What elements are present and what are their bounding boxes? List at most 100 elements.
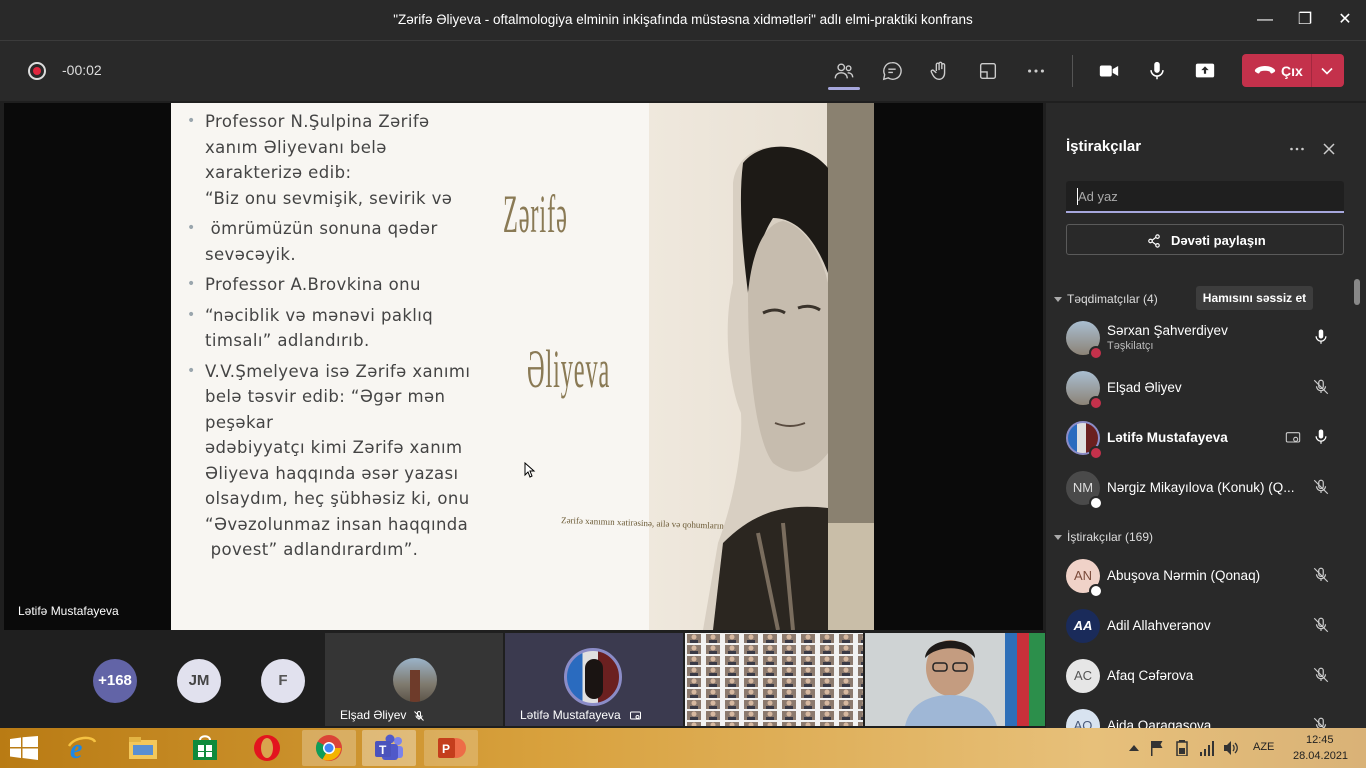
participant-row[interactable]: AA Adil Allahverənov [1046, 604, 1366, 648]
close-icon[interactable] [1321, 141, 1337, 157]
battery-icon[interactable] [1175, 740, 1189, 756]
participants-button[interactable] [830, 57, 858, 85]
file-explorer-icon [129, 737, 157, 759]
svg-text:T: T [379, 743, 387, 757]
more-icon[interactable] [1289, 141, 1305, 157]
more-actions-button[interactable] [1022, 57, 1050, 85]
mute-all-button[interactable]: Hamısını səssiz et [1196, 286, 1313, 310]
volume-icon[interactable] [1223, 740, 1239, 756]
participant-name: Elşad Əliyev [1107, 380, 1182, 395]
raise-hand-button[interactable] [926, 57, 954, 85]
taskbar-chrome[interactable] [302, 730, 356, 766]
camera-feed-image [865, 633, 1045, 726]
participant-avatar[interactable]: JM [177, 659, 221, 703]
bullet-line: “Əvəzolunmaz insan haqqında [205, 514, 469, 534]
avatar [564, 648, 622, 706]
microphone-icon[interactable] [1312, 428, 1330, 446]
chat-button[interactable] [878, 57, 906, 85]
bullet-line: ömrümüzün sonuna qədər [205, 219, 438, 238]
taskbar-store[interactable] [178, 730, 232, 766]
taskbar-powerpoint[interactable]: P [424, 730, 478, 766]
minimize-button[interactable]: — [1250, 8, 1280, 32]
participant-row[interactable]: NM Nərgiz Mikayılova (Konuk) (Q... [1046, 466, 1366, 510]
slide-title-name: Zərifə [503, 184, 568, 244]
windows-taskbar: e T P AZE 12:45 28.04.2021 [0, 728, 1366, 768]
participant-row[interactable]: AC Afaq Cəfərova [1046, 654, 1366, 698]
chevron-up-icon[interactable] [1129, 744, 1139, 752]
mic-muted-icon[interactable] [1312, 716, 1330, 728]
microphone-icon [1150, 61, 1164, 80]
participant-row[interactable]: Sərxan Şahverdiyev Təşkilatçı [1046, 316, 1366, 360]
windows-start-icon[interactable] [10, 736, 38, 760]
participant-role: Təşkilatçı [1107, 340, 1154, 352]
participant-row[interactable]: AQ Aida Qaragaşova [1046, 704, 1366, 728]
video-tile-latifa[interactable]: Lətifə Mustafayeva [505, 633, 683, 726]
meeting-toolbar: -00:02 Çıx [0, 41, 1366, 101]
active-tab-indicator [828, 87, 860, 90]
network-icon[interactable] [1199, 740, 1215, 756]
rooms-button[interactable] [974, 57, 1002, 85]
chevron-down-icon[interactable] [1054, 533, 1062, 541]
video-tile-camera[interactable] [865, 633, 1045, 726]
panel-scrollbar[interactable] [1354, 279, 1360, 305]
mic-muted-icon[interactable] [1312, 666, 1330, 684]
share-content-button[interactable] [1191, 57, 1219, 85]
presenters-section-header[interactable]: Təqdimatçılar (4) [1067, 292, 1158, 306]
maximize-button[interactable]: ❐ [1290, 8, 1320, 32]
search-input[interactable]: Ad yaz [1066, 181, 1344, 213]
breakout-rooms-icon [979, 62, 997, 80]
share-invite-label: Dəvəti paylaşın [1171, 233, 1266, 248]
bullet-line: xanım Əliyevanı belə [205, 137, 387, 157]
video-tile-gallery[interactable] [685, 633, 863, 726]
share-invite-button[interactable]: Dəvəti paylaşın [1066, 224, 1344, 255]
mic-muted-icon[interactable] [1312, 478, 1330, 496]
bullet-line: peşəkar [205, 412, 274, 432]
taskbar-teams[interactable]: T [362, 730, 416, 766]
slide-bullet-list: Professor N.Şulpina Zərifə xanım Əliyeva… [185, 109, 485, 568]
language-indicator[interactable]: AZE [1253, 741, 1274, 753]
attendees-section-header[interactable]: İştirakçılar (169) [1067, 530, 1153, 544]
reactions-icon [930, 61, 946, 80]
tile-name-label: Lətifə Mustafayeva [520, 708, 621, 722]
taskbar-explorer[interactable] [116, 730, 170, 766]
taskbar-ie[interactable]: e [55, 730, 109, 766]
presenter-name-label: Lətifə Mustafayeva [18, 604, 119, 618]
video-tile-elsad[interactable]: Elşad Əliyev [325, 633, 503, 726]
participant-row[interactable]: AN Abuşova Nərmin (Qonaq) [1046, 554, 1366, 598]
clock-time[interactable]: 12:45 [1306, 734, 1334, 746]
clock-date[interactable]: 28.04.2021 [1293, 750, 1348, 762]
participant-row[interactable]: Elşad Əliyev [1046, 366, 1366, 410]
store-icon [193, 735, 217, 760]
taskbar-opera[interactable] [240, 730, 294, 766]
close-window-button[interactable]: ✕ [1330, 8, 1360, 32]
camera-button[interactable] [1095, 57, 1123, 85]
microphone-button[interactable] [1143, 57, 1171, 85]
bullet-line: “Biz onu sevmişik, sevirik və [205, 188, 453, 208]
bullet-line: Əliyeva haqqında əsər yazası [205, 463, 459, 483]
status-busy-icon [1089, 446, 1103, 460]
participant-name: Nərgiz Mikayılova (Konuk) (Q... [1107, 480, 1295, 495]
more-participants-badge[interactable]: +168 [93, 659, 137, 703]
slide-bullet: Professor N.Şulpina Zərifə xanım Əliyeva… [185, 109, 485, 211]
leave-button[interactable]: Çıx [1242, 54, 1344, 87]
bullet-line: timsalı” adlandırıb. [205, 331, 370, 350]
participant-avatar[interactable]: F [261, 659, 305, 703]
chevron-down-icon[interactable] [1054, 295, 1062, 303]
sharing-screen-icon [630, 711, 641, 720]
participant-name: Adil Allahverənov [1107, 618, 1211, 633]
mic-muted-icon[interactable] [1312, 378, 1330, 396]
microphone-icon[interactable] [1312, 328, 1330, 346]
camera-icon [1099, 65, 1119, 77]
text-caret [1077, 188, 1078, 205]
slide-bullet: “nəciblik və mənəvi paklıq timsalı” adla… [185, 303, 485, 354]
leave-label: Çıx [1281, 63, 1303, 79]
bullet-line: “nəciblik və mənəvi paklıq [205, 305, 434, 325]
bullet-line: povest” adlandırardım”. [205, 540, 419, 559]
flag-icon[interactable] [1150, 740, 1164, 756]
participant-row[interactable]: Lətifə Mustafayeva [1046, 416, 1366, 460]
mic-muted-icon[interactable] [1312, 566, 1330, 584]
status-offline-icon [1089, 584, 1103, 598]
share-screen-icon [1195, 63, 1215, 78]
mic-muted-icon[interactable] [1312, 616, 1330, 634]
status-offline-icon [1089, 496, 1103, 510]
